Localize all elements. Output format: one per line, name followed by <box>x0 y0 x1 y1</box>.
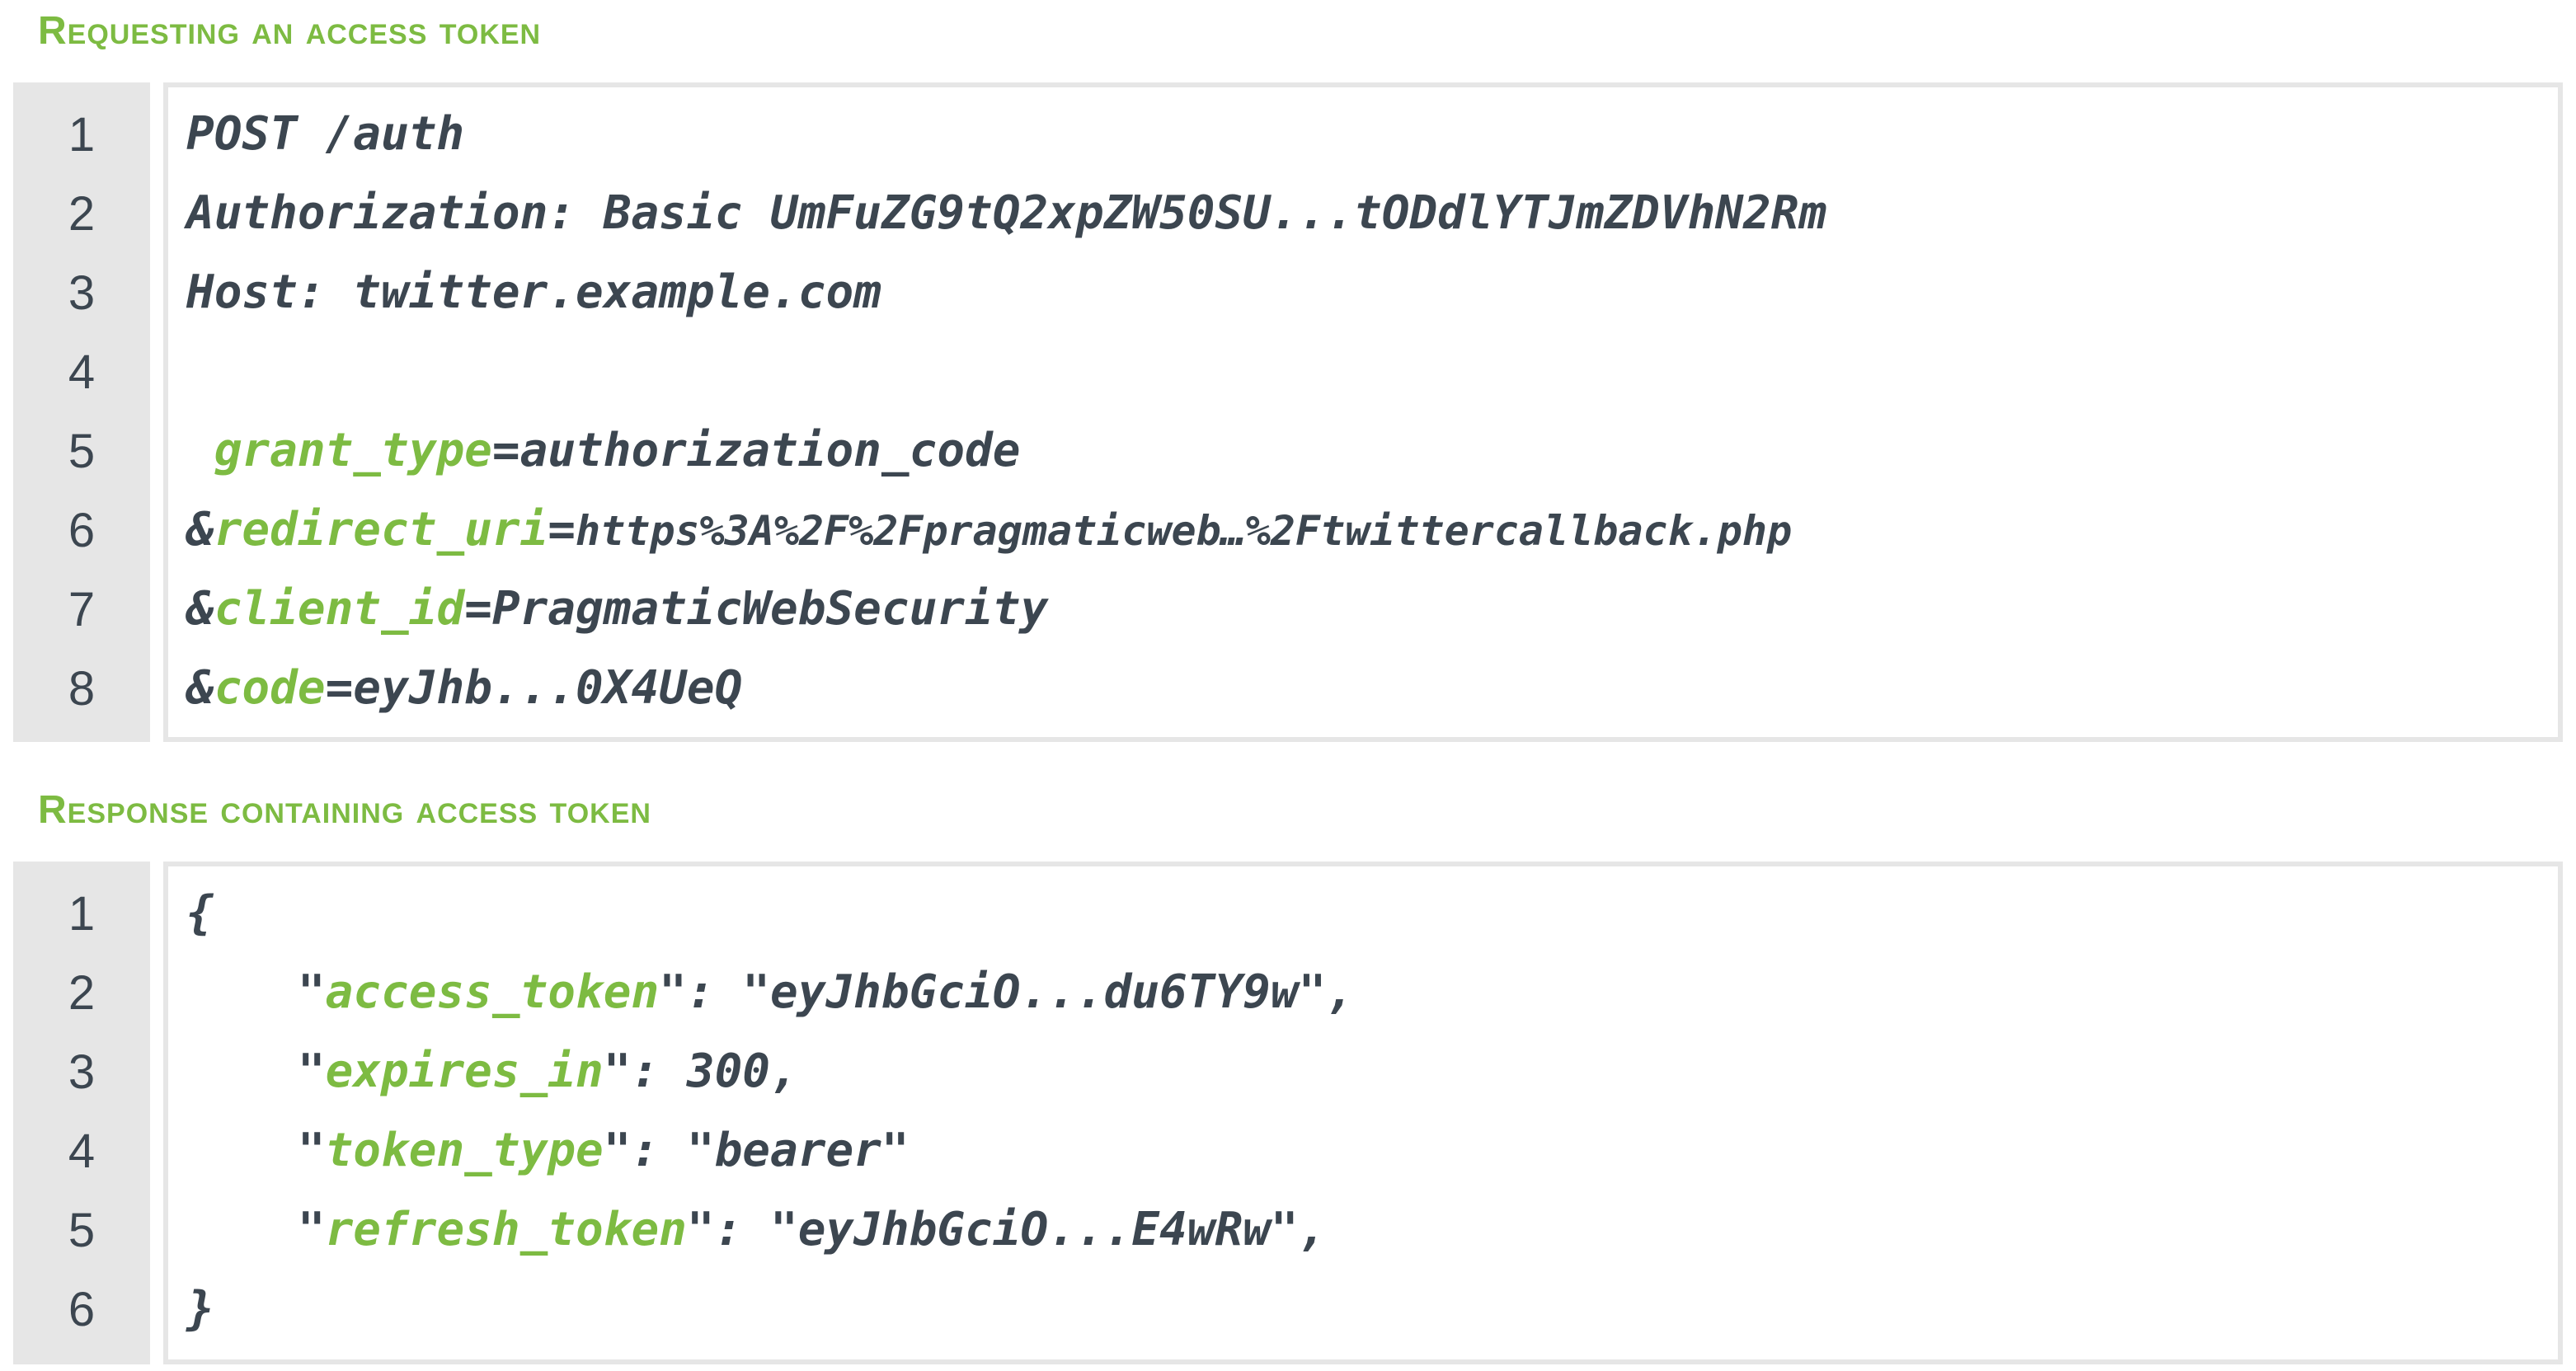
json-key: access_token <box>325 965 660 1019</box>
json-value: ": "eyJhbGciO...du6TY9w", <box>659 965 1355 1019</box>
line-number: 3 <box>68 266 96 320</box>
line-number: 4 <box>68 1125 96 1178</box>
line-number: 1 <box>68 887 96 941</box>
request-code-block: 1 2 3 4 5 6 7 8 POST /auth Authorization… <box>13 82 2563 742</box>
code-line-host-header: Host: twitter.example.com <box>186 265 881 319</box>
code-prefix <box>186 424 214 477</box>
json-key: refresh_token <box>325 1203 687 1256</box>
code-line-token-type: "token_type": "bearer" <box>186 1124 910 1177</box>
code-line-open-brace: { <box>186 886 214 940</box>
code-line-request-method: POST /auth <box>186 107 465 161</box>
line-number: 2 <box>68 187 96 241</box>
json-indent: " <box>186 1124 326 1177</box>
param-key: redirect_uri <box>214 503 548 556</box>
param-key: code <box>214 661 326 715</box>
line-number: 4 <box>68 345 96 399</box>
code-prefix: & <box>186 503 214 556</box>
code-prefix: & <box>186 582 214 636</box>
code-line-refresh-token: "refresh_token": "eyJhbGciO...E4wRw", <box>186 1203 1326 1256</box>
code-prefix: & <box>186 661 214 715</box>
json-key: expires_in <box>325 1045 604 1098</box>
json-key: token_type <box>325 1124 604 1177</box>
json-value: ": "bearer" <box>603 1124 910 1177</box>
line-number: 6 <box>68 504 96 557</box>
line-number: 5 <box>68 1204 96 1257</box>
json-indent: " <box>186 965 326 1019</box>
param-value: https%3A%2F%2Fpragmaticweb…%2Ftwittercal… <box>576 507 1793 555</box>
param-value: =authorization_code <box>491 424 1021 477</box>
json-indent: " <box>186 1045 326 1098</box>
line-number: 2 <box>68 966 96 1020</box>
line-number: 1 <box>68 108 96 162</box>
response-code-block: 1 2 3 4 5 6 { "access_token": "eyJhbGciO… <box>13 862 2563 1364</box>
code-line-code: &code=eyJhb...0X4UeQ <box>186 661 742 715</box>
json-value: ": "eyJhbGciO...E4wRw", <box>686 1203 1327 1256</box>
json-value: ": 300, <box>603 1045 798 1098</box>
code-line-close-brace: } <box>186 1282 214 1336</box>
line-number: 3 <box>68 1045 96 1099</box>
response-section-title: Response containing access token <box>38 788 651 832</box>
param-equals: = <box>548 503 576 556</box>
code-box <box>163 82 2563 742</box>
code-line-access-token: "access_token": "eyJhbGciO...du6TY9w", <box>186 965 1354 1019</box>
code-line-expires-in: "expires_in": 300, <box>186 1045 798 1098</box>
param-value: =PragmaticWebSecurity <box>464 582 1049 636</box>
code-line-client-id: &client_id=PragmaticWebSecurity <box>186 582 1048 636</box>
code-line-authorization-header: Authorization: Basic UmFuZG9tQ2xpZW50SU.… <box>186 186 1827 240</box>
param-key: client_id <box>214 582 465 636</box>
line-number: 6 <box>68 1283 96 1336</box>
code-line-grant-type: grant_type=authorization_code <box>186 424 1021 477</box>
param-value: =eyJhb...0X4UeQ <box>325 661 743 715</box>
param-key: grant_type <box>214 424 492 477</box>
line-number-gutter <box>13 82 150 742</box>
code-box <box>163 862 2563 1364</box>
line-number: 7 <box>68 583 96 636</box>
code-line-redirect-uri: &redirect_uri=https%3A%2F%2Fpragmaticweb… <box>186 503 1792 556</box>
line-number: 8 <box>68 662 96 716</box>
request-section-title: Requesting an access token <box>38 9 542 53</box>
json-indent: " <box>186 1203 326 1256</box>
line-number: 5 <box>68 425 96 478</box>
